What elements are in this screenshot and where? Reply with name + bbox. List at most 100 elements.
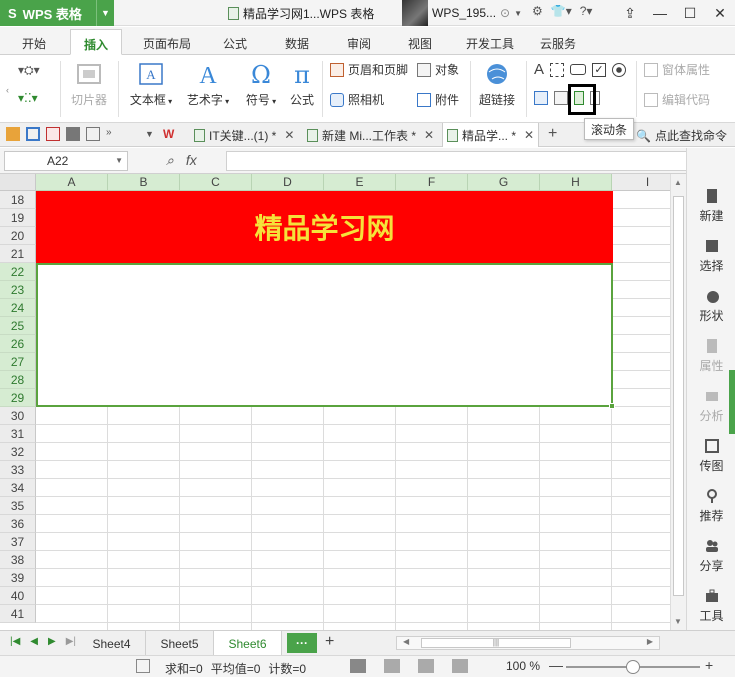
- sidebar-item-upload-image[interactable]: 传图: [687, 438, 735, 474]
- row-header[interactable]: 21: [0, 245, 36, 263]
- vertical-scroll-thumb[interactable]: [673, 196, 684, 596]
- horizontal-scrollbar[interactable]: ◀ ||| ▶: [396, 636, 660, 650]
- sidebar-item-analysis[interactable]: 分析: [687, 388, 735, 424]
- sheet-tab-active[interactable]: Sheet6: [214, 631, 282, 656]
- sidebar-item-select[interactable]: 选择: [687, 238, 735, 274]
- row-header[interactable]: 29: [0, 389, 36, 407]
- wps-w-icon[interactable]: W: [163, 127, 174, 141]
- row-header[interactable]: 20: [0, 227, 36, 245]
- row-header[interactable]: 26: [0, 335, 36, 353]
- column-header[interactable]: E: [324, 174, 396, 191]
- column-header[interactable]: F: [396, 174, 468, 191]
- close-icon[interactable]: ✕: [284, 128, 294, 142]
- doc-tab[interactable]: IT关键...(1) * ✕: [190, 123, 298, 147]
- tab-view[interactable]: 视图: [408, 35, 432, 52]
- button-control-icon[interactable]: [570, 64, 587, 75]
- app-menu-button[interactable]: S WPS 表格 ▼: [0, 0, 114, 26]
- row-header[interactable]: 34: [0, 479, 36, 497]
- row-header[interactable]: 30: [0, 407, 36, 425]
- last-sheet-icon[interactable]: ▶|: [66, 636, 76, 647]
- row-header[interactable]: 41: [0, 605, 36, 623]
- radio-control-icon[interactable]: [612, 62, 627, 77]
- tabs-dropdown-icon[interactable]: ▼: [145, 129, 154, 139]
- sidebar-item-recommend[interactable]: 推荐: [687, 488, 735, 524]
- slicer-button[interactable]: 切片器: [68, 61, 110, 108]
- scroll-left-icon[interactable]: ◀: [403, 637, 409, 646]
- row-header[interactable]: 31: [0, 425, 36, 443]
- wordart-button[interactable]: A 艺术字 ▾: [183, 61, 233, 108]
- fx-icon[interactable]: fx: [186, 152, 197, 169]
- scroll-down-icon[interactable]: ▼: [674, 617, 682, 626]
- row-header[interactable]: 22: [0, 263, 36, 281]
- row-header[interactable]: 27: [0, 353, 36, 371]
- row-header[interactable]: 19: [0, 209, 36, 227]
- macro-record-icon[interactable]: [136, 659, 150, 673]
- horizontal-scroll-thumb[interactable]: |||: [421, 638, 571, 648]
- label-control-icon[interactable]: A: [534, 61, 544, 78]
- help-icon[interactable]: ?▾: [580, 4, 593, 18]
- row-header[interactable]: 40: [0, 587, 36, 605]
- close-icon[interactable]: ✕: [424, 128, 434, 142]
- sidebar-item-new[interactable]: 新建: [687, 188, 735, 224]
- row-header[interactable]: 39: [0, 569, 36, 587]
- symbol-button[interactable]: Ω 符号 ▾: [243, 61, 279, 108]
- doc-tab[interactable]: 新建 Mi...工作表 * ✕: [303, 123, 438, 147]
- new-tab-plus-icon[interactable]: +: [548, 125, 557, 143]
- sidebar-collapse-handle[interactable]: [729, 370, 735, 434]
- close-icon[interactable]: ✕: [524, 128, 534, 142]
- tab-formulas[interactable]: 公式: [223, 35, 247, 52]
- attachment-button[interactable]: 附件: [417, 91, 459, 108]
- upload-icon[interactable]: ⇪: [615, 0, 645, 26]
- row-header[interactable]: 37: [0, 533, 36, 551]
- minimize-icon[interactable]: —: [645, 0, 675, 26]
- page-break-view-icon[interactable]: [384, 659, 400, 673]
- sheet-tab[interactable]: Sheet4: [78, 631, 146, 656]
- checkbox-control-icon[interactable]: ✓: [592, 62, 607, 77]
- tab-page-layout[interactable]: 页面布局: [143, 35, 191, 52]
- doc-tab-active[interactable]: 精品学... * ✕: [442, 123, 540, 147]
- chevron-down-icon[interactable]: ▼: [96, 0, 114, 26]
- more-icon[interactable]: »: [106, 127, 120, 141]
- shape-gallery-button[interactable]: ▾⛭▾: [18, 63, 40, 78]
- open-folder-icon[interactable]: [6, 127, 20, 141]
- row-header[interactable]: 38: [0, 551, 36, 569]
- equation-button[interactable]: π 公式: [286, 61, 318, 108]
- column-header[interactable]: G: [468, 174, 540, 191]
- scroll-right-icon[interactable]: ▶: [647, 637, 653, 646]
- window-properties-button[interactable]: 窗体属性: [644, 61, 710, 78]
- zoom-in-icon[interactable]: +: [705, 657, 713, 673]
- sidebar-item-shape[interactable]: 形状: [687, 288, 735, 324]
- column-header[interactable]: B: [108, 174, 180, 191]
- first-sheet-icon[interactable]: |◀: [10, 636, 20, 647]
- name-box[interactable]: A22 ▼: [4, 151, 128, 171]
- header-footer-button[interactable]: 页眉和页脚: [330, 61, 408, 78]
- print-icon[interactable]: [66, 127, 80, 141]
- row-header[interactable]: 25: [0, 317, 36, 335]
- row-header[interactable]: 28: [0, 371, 36, 389]
- row-header[interactable]: 18: [0, 191, 36, 209]
- vertical-scrollbar[interactable]: ▲ ▼: [670, 174, 686, 630]
- groupbox-control-icon[interactable]: [550, 62, 565, 77]
- listbox-control-icon[interactable]: [534, 91, 548, 105]
- save-icon[interactable]: [26, 127, 40, 141]
- scroll-up-icon[interactable]: ▲: [674, 178, 682, 187]
- user-account[interactable]: WPS_195... ⊙ ▼: [402, 0, 522, 26]
- find-command[interactable]: 🔍 点此查找命令: [636, 127, 727, 144]
- tab-developer[interactable]: 开发工具: [466, 35, 514, 52]
- row-header[interactable]: 24: [0, 299, 36, 317]
- reading-mode-icon[interactable]: [452, 659, 468, 673]
- sidebar-item-properties[interactable]: 属性: [687, 338, 735, 374]
- selected-merged-range[interactable]: [36, 263, 615, 409]
- hyperlink-button[interactable]: 超链接: [476, 61, 518, 108]
- avatar[interactable]: [402, 0, 428, 26]
- column-header[interactable]: A: [36, 174, 108, 191]
- page-layout-view-icon[interactable]: [418, 659, 434, 673]
- tab-home[interactable]: 开始: [22, 35, 46, 52]
- zoom-level[interactable]: 100 %: [506, 659, 540, 673]
- chart-gallery-button[interactable]: ▾⁚⁚▾: [18, 91, 38, 105]
- textbox-button[interactable]: A 文本框 ▾: [126, 61, 176, 108]
- row-header[interactable]: 33: [0, 461, 36, 479]
- chevron-down-icon[interactable]: ▼: [115, 156, 123, 165]
- chevron-down-icon[interactable]: ▼: [514, 9, 522, 18]
- zoom-out-icon[interactable]: —: [549, 657, 563, 673]
